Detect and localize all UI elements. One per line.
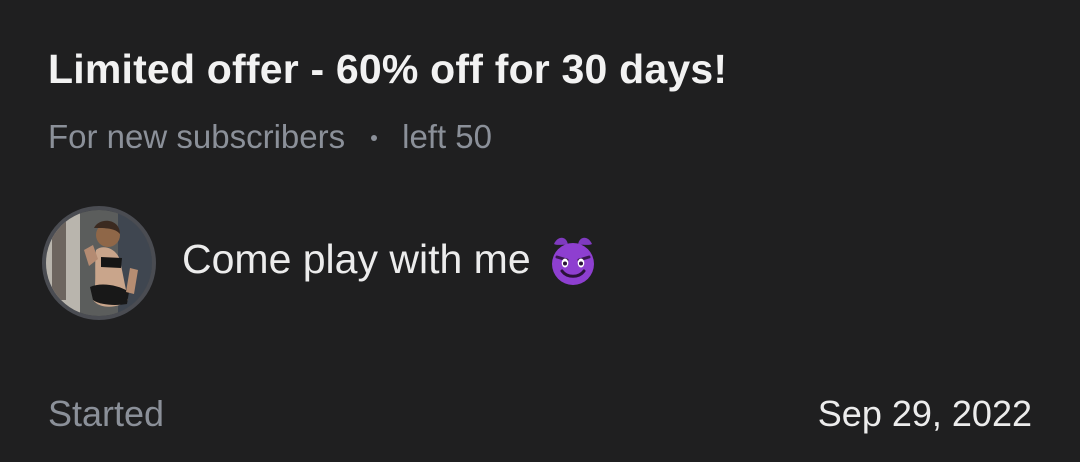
separator-dot (371, 135, 378, 141)
creator-message: Come play with me (182, 231, 601, 287)
creator-message-text: Come play with me (182, 235, 531, 282)
offer-title: Limited offer - 60% off for 30 days! (48, 46, 728, 92)
creator-message-row: Come play with me (42, 206, 601, 320)
offer-remaining-count: left 50 (402, 118, 493, 155)
promotion-card[interactable]: Limited offer - 60% off for 30 days! For… (0, 0, 1080, 462)
avatar[interactable] (42, 206, 156, 320)
started-label: Started (48, 393, 165, 434)
smiling-imp-emoji-icon (551, 237, 594, 285)
offer-details: For new subscribers left 50 (48, 118, 492, 156)
avatar-photo (46, 210, 152, 316)
offer-audience: For new subscribers (48, 118, 346, 155)
started-date: Sep 29, 2022 (817, 393, 1032, 434)
